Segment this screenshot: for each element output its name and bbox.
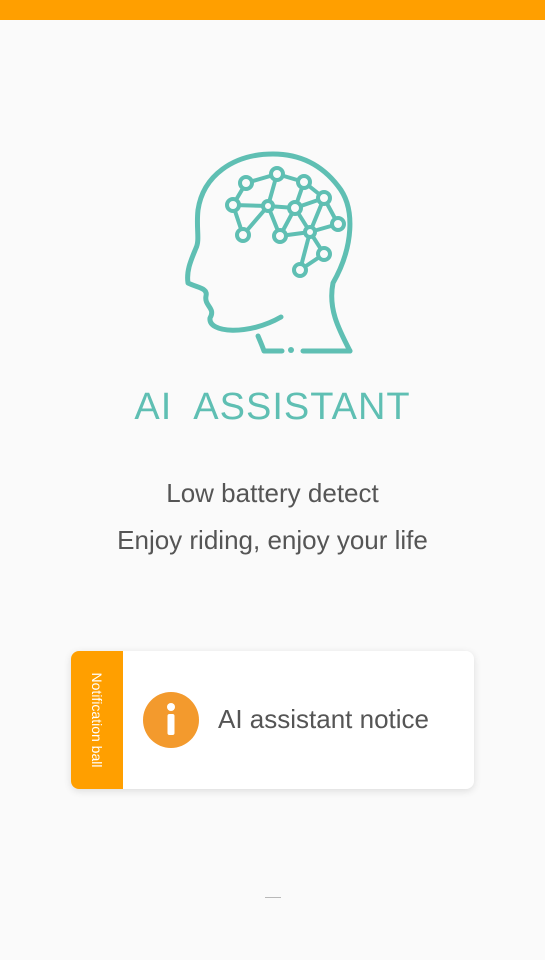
- notification-ball-tab[interactable]: Notification ball: [71, 651, 123, 789]
- ai-assistant-notice-card[interactable]: Notification ball AI assistant notice: [71, 651, 474, 789]
- feature-line-battery: Low battery detect: [166, 478, 379, 508]
- status-bar: [0, 0, 545, 20]
- notice-label: AI assistant notice: [218, 704, 429, 734]
- head-brain-network-icon: [185, 151, 353, 354]
- app-title: AI ASSISTANT: [134, 386, 411, 428]
- info-icon: [143, 692, 199, 748]
- home-indicator: [265, 897, 281, 898]
- notification-ball-label: Notification ball: [89, 672, 105, 768]
- feature-line-slogan: Enjoy riding, enjoy your life: [117, 525, 428, 555]
